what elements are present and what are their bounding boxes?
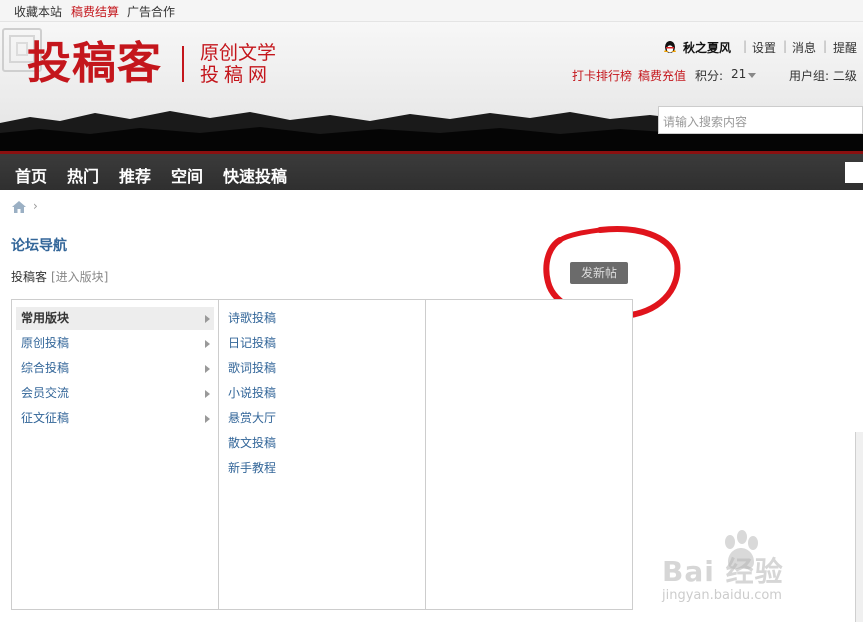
site-logo[interactable]: 投稿客 [27,38,162,90]
settings-link[interactable]: 设置 [752,39,776,56]
recharge-link[interactable]: 稿费充值 [638,67,686,84]
chevron-right-icon [205,315,210,323]
chevron-down-icon[interactable] [748,73,756,78]
breadcrumb-separator: › [33,199,38,213]
nav-space[interactable]: 空间 [171,163,203,187]
chevron-right-icon [205,390,210,398]
main-nav: 首页 热门 推荐 空间 快速投稿 [0,153,863,190]
chevron-right-icon [205,365,210,373]
page-title: 论坛导航 [11,238,67,254]
user-toolbar: 秋之夏风 | 设置 | 消息 | 提醒 [663,38,863,58]
enter-forum-link[interactable]: [进入版块] [51,268,108,285]
category-label: 原创投稿 [21,336,70,350]
category-label: 征文征稿 [21,411,70,425]
credits-label: 积分: [695,69,724,83]
chevron-right-icon [205,415,210,423]
empty-column [426,300,632,609]
reminders-link[interactable]: 提醒 [833,39,857,56]
logo-divider [182,46,184,82]
subforum-link[interactable]: 悬赏大厅 [228,407,276,430]
category-column: 常用版块 原创投稿 综合投稿 会员交流 征文征稿 [12,300,219,609]
category-item-members[interactable]: 会员交流 [16,382,214,405]
subforum-column: 诗歌投稿 日记投稿 歌词投稿 小说投稿 悬赏大厅 散文投稿 新手教程 [219,300,426,609]
subforum-link[interactable]: 诗歌投稿 [228,307,276,330]
username[interactable]: 秋之夏风 [683,39,731,56]
nav-quick-submit[interactable]: 快速投稿 [223,163,287,187]
top-utility-bar: 收藏本站 稿费结算 广告合作 [0,0,863,22]
logo-slogan-line1: 原创文学 [200,42,277,64]
watermark-url: jingyan.baidu.com [662,588,782,603]
checkin-rank-link[interactable]: 打卡排行榜 [572,67,632,84]
category-label: 常用版块 [21,311,70,325]
home-icon[interactable] [11,200,27,214]
forum-name: 投稿客 [11,270,48,284]
nav-search-box[interactable] [845,162,863,183]
ad-cooperation-link[interactable]: 广告合作 [127,3,175,20]
subforum-link[interactable]: 新手教程 [228,457,276,480]
bookmark-site-link[interactable]: 收藏本站 [14,3,62,20]
qq-penguin-icon [664,41,676,53]
category-item-original[interactable]: 原创投稿 [16,332,214,355]
separator: | [743,39,748,53]
credits-value[interactable]: 21 [731,67,746,81]
nav-home[interactable]: 首页 [15,163,47,187]
category-item-common[interactable]: 常用版块 [16,307,214,330]
nav-hot[interactable]: 热门 [67,163,99,187]
messages-link[interactable]: 消息 [792,39,816,56]
subforum-link[interactable]: 日记投稿 [228,332,276,355]
subforum-link[interactable]: 小说投稿 [228,382,276,405]
nav-recommended[interactable]: 推荐 [119,163,151,187]
category-label: 会员交流 [21,386,70,400]
subforum-link[interactable]: 散文投稿 [228,432,276,455]
separator: | [823,39,828,53]
forum-nav-panel: 常用版块 原创投稿 综合投稿 会员交流 征文征稿 诗歌投稿 日记投稿 歌词投稿 … [11,299,633,610]
logo-slogan-line2: 投稿网 [200,64,273,86]
user-status-bar: 打卡排行榜 稿费充值 积分: 21 用户组: 二级 [571,66,863,86]
chevron-right-icon [205,340,210,348]
watermark-logo-text: Bai 经验 [662,555,784,588]
site-header: 投稿客 原创文学 投稿网 秋之夏风 | 设置 | 消息 | 提醒 打卡排行榜 稿… [0,22,863,153]
category-label: 综合投稿 [21,361,70,375]
category-item-general[interactable]: 综合投稿 [16,357,214,380]
category-item-contest[interactable]: 征文征稿 [16,407,214,430]
side-scroll-strip[interactable] [855,432,863,622]
subforum-link[interactable]: 歌词投稿 [228,357,276,380]
user-group-label: 用户组: 二级 [789,69,857,83]
separator: | [783,39,788,53]
search-input[interactable]: 请输入搜索内容 [658,106,863,134]
royalty-settlement-link[interactable]: 稿费结算 [71,3,119,20]
